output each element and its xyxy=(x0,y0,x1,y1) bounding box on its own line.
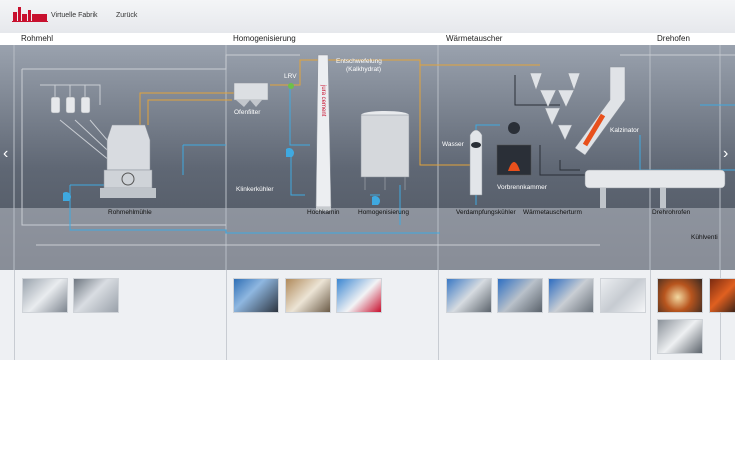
lrv-valve xyxy=(288,83,294,89)
thumbnail-homogenisierung-1[interactable] xyxy=(233,278,279,313)
section-tab-waermetauscher[interactable]: Wärmetauscher xyxy=(446,34,502,43)
top-bar: Virtuelle Fabrik Zurück xyxy=(0,0,735,33)
heat-exchanger-tower[interactable] xyxy=(529,72,581,141)
chimney-label: jura cement xyxy=(320,84,326,117)
rotary-kiln[interactable] xyxy=(584,169,726,208)
jura-cement-logo-icon[interactable] xyxy=(12,4,48,22)
divider xyxy=(650,270,651,360)
label-clinker-cooler: Klinkerkühler xyxy=(236,186,274,193)
thumbnail-waermetauscher-3[interactable] xyxy=(548,278,594,313)
label-chimney: Hochkamin xyxy=(307,209,340,216)
calcinator[interactable] xyxy=(574,66,626,156)
label-pre-combustion: Vorbrennkammer xyxy=(497,184,547,191)
thumbnail-homogenisierung-3[interactable] xyxy=(336,278,382,313)
label-heat-exchanger-tower: Wärmetauscherturm xyxy=(523,209,582,216)
label-evaporative-cooler: Verdampfungskühler xyxy=(456,209,516,216)
pre-combustion-chamber[interactable] xyxy=(496,122,532,176)
label-lrv: LRV xyxy=(284,73,297,80)
label-water: Wasser xyxy=(442,141,464,148)
section-tab-homogenisierung[interactable]: Homogenisierung xyxy=(233,34,296,43)
thumbnail-waermetauscher-1[interactable] xyxy=(446,278,492,313)
thumbnail-drehofen-1[interactable] xyxy=(657,278,703,313)
app-title: Virtuelle Fabrik xyxy=(51,12,98,19)
back-link[interactable]: Zurück xyxy=(116,12,137,19)
chimney[interactable]: jura cement xyxy=(315,54,332,211)
homogenization-silo[interactable] xyxy=(360,111,410,190)
raw-material-bins xyxy=(50,96,91,114)
thumbnail-drehofen-2[interactable] xyxy=(709,278,735,313)
label-calcinator: Kalzinator xyxy=(610,127,639,134)
chevron-right-icon[interactable]: › xyxy=(723,145,728,163)
label-desulfurization-1: Entschwefelung xyxy=(336,58,382,65)
label-kiln-filter: Ofenfilter xyxy=(234,109,261,116)
section-tab-drehofen[interactable]: Drehofen xyxy=(657,34,690,43)
kiln-filter[interactable] xyxy=(233,82,269,107)
process-diagram: jura cement xyxy=(13,45,735,270)
evaporative-cooler[interactable] xyxy=(469,129,483,196)
label-rotary-kiln: Drehrohrofen xyxy=(652,209,691,216)
label-raw-mill: Rohmehlmühle xyxy=(108,209,152,216)
thumbnail-waermetauscher-4[interactable] xyxy=(600,278,646,313)
divider xyxy=(438,270,439,360)
thumbnail-rohmehl-1[interactable] xyxy=(22,278,68,313)
fan-icon xyxy=(286,147,295,157)
thumbnail-homogenisierung-2[interactable] xyxy=(285,278,331,313)
thumbnail-rohmehl-2[interactable] xyxy=(73,278,119,313)
thumbnail-drehofen-3[interactable] xyxy=(657,319,703,354)
thumbnail-waermetauscher-2[interactable] xyxy=(497,278,543,313)
fan-icon xyxy=(372,195,381,205)
label-homogenization: Homogenisierung xyxy=(358,209,409,216)
raw-mill[interactable] xyxy=(100,124,156,198)
section-tab-rohmehl[interactable]: Rohmehl xyxy=(21,34,53,43)
divider xyxy=(226,270,227,360)
label-cooling-fan: Kühlventi xyxy=(691,234,718,241)
chevron-left-icon[interactable]: ‹ xyxy=(3,145,8,163)
label-desulfurization-2: (Kalkhydrat) xyxy=(346,66,382,73)
divider xyxy=(14,270,15,360)
